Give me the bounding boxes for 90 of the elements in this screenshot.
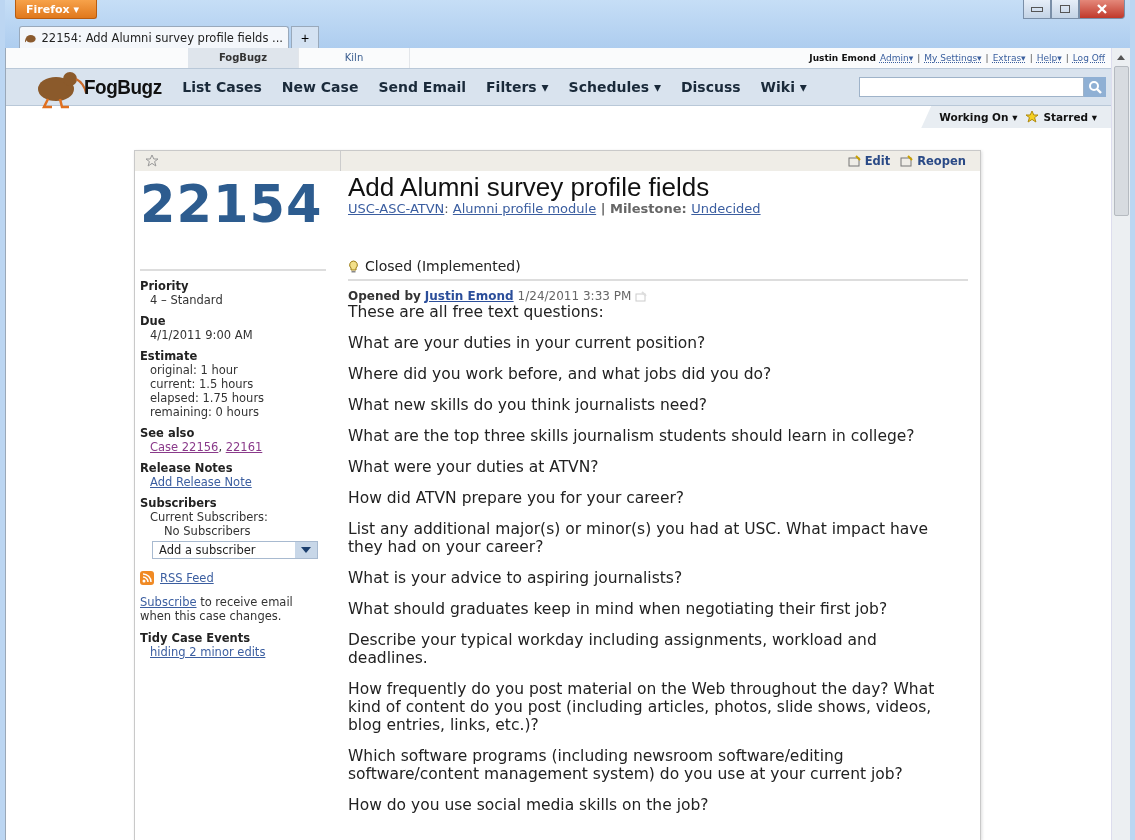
rss-icon <box>140 571 154 585</box>
edit-button[interactable]: Edit <box>847 154 891 168</box>
minimize-button[interactable] <box>1023 0 1051 19</box>
nav-menu-item[interactable]: Send Email <box>378 79 467 95</box>
milestone-link[interactable]: Undecided <box>691 201 761 216</box>
rss-feed-link[interactable]: RSS Feed <box>160 571 214 585</box>
section-heading: Tidy Case Events <box>140 631 252 645</box>
question-text: List any additional major(s) or minor(s) you had at USC. What impact have they had on your career? <box>348 520 929 556</box>
case-number: 22154 <box>140 175 324 236</box>
question-text: What should graduates keep in mind when negotiating their first job? <box>348 600 889 618</box>
subscribe-link[interactable]: Subscribe <box>140 595 197 609</box>
search-icon <box>1088 80 1102 94</box>
nav-menu-item[interactable]: Filters ▾ <box>486 79 549 95</box>
minor-edits-link[interactable]: hiding 2 minor edits <box>150 645 266 659</box>
new-tab-button[interactable]: + <box>291 26 319 48</box>
section-heading: Due <box>140 314 167 328</box>
nav-menu-item[interactable]: New Case <box>281 79 359 95</box>
section-heading: Priority <box>140 279 190 293</box>
separator: | <box>985 53 989 63</box>
star-icon <box>1025 110 1040 124</box>
user-menu-link[interactable]: Log Off <box>1072 53 1105 63</box>
user-menu-link[interactable]: Extras▾ <box>992 53 1026 63</box>
search-field[interactable] <box>859 77 1084 97</box>
close-icon <box>1095 4 1109 14</box>
case-title: Add Alumni survey profile fields <box>348 173 711 201</box>
subscriber-dropdown[interactable]: Add a subscriber <box>152 541 318 559</box>
section-heading: Subscribers <box>140 496 218 510</box>
maximize-button[interactable] <box>1051 0 1079 19</box>
question-text: These are all free text questions: <box>348 303 605 321</box>
add-release-note-link[interactable]: Add Release Note <box>150 475 252 489</box>
field-value: 4 – Standard <box>149 293 224 307</box>
user-menu-link[interactable]: Help▾ <box>1036 53 1062 63</box>
nav-menu-item[interactable]: Wiki ▾ <box>760 79 807 95</box>
caret-icon <box>301 547 311 553</box>
lightbulb-icon <box>348 259 359 273</box>
user-menu-link[interactable]: Admin▾ <box>879 53 914 63</box>
edit-icon <box>847 155 862 167</box>
question-text: What new skills do you think journalists need? <box>348 396 708 414</box>
up-arrow-icon <box>1117 54 1125 60</box>
nav-menu-item[interactable]: List Cases <box>182 79 262 95</box>
field-value: current: 1.5 hours <box>149 377 255 391</box>
note-icon <box>900 155 915 167</box>
question-text: Where did you work before, and what jobs did you do? <box>348 365 773 383</box>
field-value: 4/1/2011 9:00 AM <box>149 328 254 342</box>
project-link[interactable]: USC-ASC-ATVN <box>348 201 445 216</box>
question-text: What are your duties in your current position? <box>348 334 707 352</box>
edit-icon[interactable] <box>635 290 649 302</box>
separator: | <box>1029 53 1033 63</box>
search-button[interactable] <box>1084 77 1106 97</box>
case-status: Closed (Implemented) <box>365 258 521 274</box>
opened-by-label: Opened by <box>348 289 421 303</box>
scrollbar-thumb[interactable] <box>1113 66 1129 216</box>
close-button[interactable] <box>1079 0 1125 19</box>
subscribe-note: Subscribe to receive email when this case changes. <box>140 595 294 623</box>
question-text: What were your duties at ATVN? <box>348 458 600 476</box>
milestone-label: | Milestone: <box>599 201 688 216</box>
author-link[interactable]: Justin Emond <box>424 289 514 303</box>
section-heading: See also <box>140 426 196 440</box>
user-name: Justin Emond <box>809 53 876 63</box>
question-text: Describe your typical workday including assignments, workload and deadlines. <box>348 631 878 667</box>
question-text: How did ATVN prepare you for your career? <box>348 489 686 507</box>
working-on-menu[interactable]: Working On ▾ <box>939 111 1018 123</box>
area-link[interactable]: Alumni profile module <box>452 201 597 216</box>
starred-menu[interactable]: Starred ▾ <box>1043 111 1097 123</box>
section-heading: Release Notes <box>140 461 234 475</box>
field-value: Current Subscribers: <box>149 510 269 524</box>
browser-tab[interactable]: 22154: Add Alumni survey profile fields ... <box>19 26 289 48</box>
comma: , <box>218 440 224 454</box>
event-date: 1/24/2011 3:33 PM <box>517 289 632 303</box>
section-heading: Estimate <box>140 349 199 363</box>
star-toggle[interactable] <box>145 154 159 168</box>
app-tab[interactable]: FogBugz <box>188 48 299 68</box>
question-text: How frequently do you post material on the Web throughout the day? What kind of content do you post (including articles, photos, slide shows, videos, blog entries, links, etc.)? <box>348 680 936 734</box>
fogbugz-logo[interactable]: FogBugz <box>84 75 162 99</box>
separator: | <box>917 53 921 63</box>
nav-menu-item[interactable]: Schedules ▾ <box>568 79 661 95</box>
question-text: How do you use social media skills on the job? <box>348 796 710 814</box>
field-value: elapsed: 1.75 hours <box>149 391 266 405</box>
question-text: What is your advice to aspiring journalists? <box>348 569 684 587</box>
field-value: remaining: 0 hours <box>149 405 260 419</box>
reopen-button[interactable]: Reopen <box>900 154 966 168</box>
user-menu-link[interactable]: My Settings▾ <box>924 53 982 63</box>
colon: : <box>444 201 450 216</box>
field-value: original: 1 hour <box>149 363 239 377</box>
related-case-link[interactable]: 22161 <box>225 440 263 454</box>
nav-menu-item[interactable]: Discuss <box>680 79 741 95</box>
question-text: Which software programs (including newsroom software/editing software/content management system) do you use at your current job? <box>348 747 904 783</box>
question-text: What are the top three skills journalism students should learn in college? <box>348 427 916 445</box>
separator: | <box>1065 53 1069 63</box>
field-value: No Subscribers <box>163 524 252 538</box>
